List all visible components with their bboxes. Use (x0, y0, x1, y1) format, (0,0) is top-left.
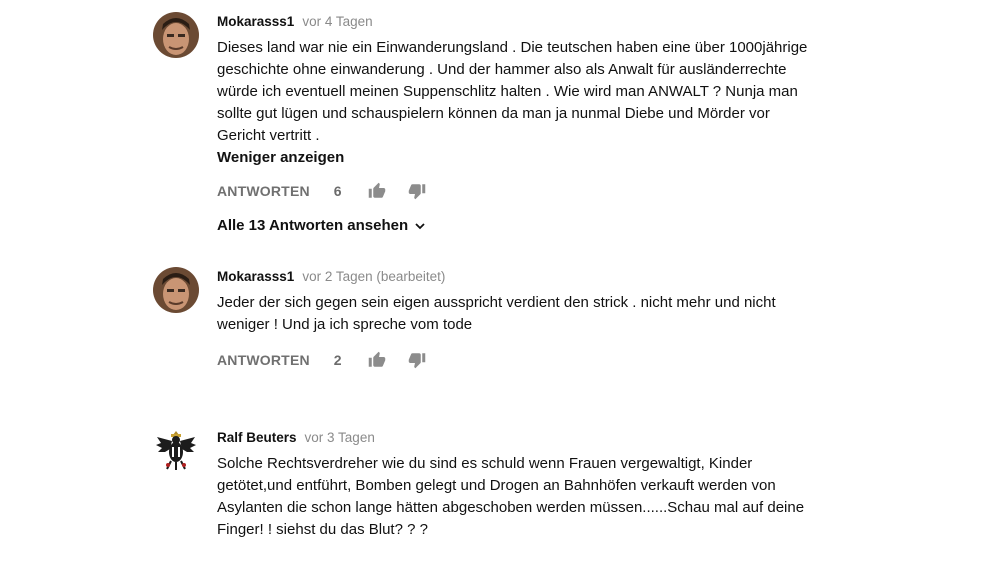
chevron-down-icon (414, 220, 426, 232)
comment-text-line: geschichte ohne einwanderung . Und der h… (217, 61, 787, 78)
comment-text-line: Gericht vertritt . (217, 127, 320, 144)
comment-text: Jeder der sich gegen sein eigen ausspric… (217, 292, 857, 336)
comment-author[interactable]: Ralf Beuters (217, 430, 297, 445)
view-replies-label: Alle 13 Antworten ansehen (217, 217, 409, 234)
reply-button[interactable]: ANTWORTEN (217, 183, 310, 199)
comment-text: Solche Rechtsverdreher wie du sind es sc… (217, 453, 857, 541)
comment-text-line: Finger! ! siehst du das Blut? ? ? (217, 521, 428, 538)
like-count: 6 (333, 183, 342, 199)
comment-author[interactable]: Mokarasss1 (217, 14, 294, 29)
comment-text-line: Jeder der sich gegen sein eigen ausspric… (217, 294, 776, 311)
like-count: 2 (333, 352, 342, 368)
comment-text-line: sollte gut lügen und schauspielern könne… (217, 105, 770, 122)
comment-text: Dieses land war nie ein Einwanderungslan… (217, 37, 857, 147)
comment-text-line: Asylanten die schon lange hätten abgesch… (217, 499, 805, 516)
thumbs-up-icon[interactable] (368, 182, 386, 200)
thumbs-down-icon[interactable] (408, 182, 426, 200)
avatar[interactable] (153, 427, 199, 473)
view-replies-button[interactable]: Alle 13 Antworten ansehen (217, 217, 857, 234)
comment-text-line: getötet,und entführt, Bomben gelegt und … (217, 477, 776, 494)
comment-text-line: Dieses land war nie ein Einwanderungslan… (217, 39, 808, 56)
comment-author[interactable]: Mokarasss1 (217, 269, 294, 284)
comment-timestamp[interactable]: vor 4 Tagen (302, 14, 372, 29)
show-less-link[interactable]: Weniger anzeigen (217, 147, 857, 169)
comment-text-line: weniger ! Und ja ich spreche vom tode (217, 316, 473, 333)
avatar[interactable] (153, 12, 199, 58)
comment-text-line: Solche Rechtsverdreher wie du sind es sc… (217, 455, 753, 472)
comment-text-line: würde ich eventuell meinen Suppenschlitz… (217, 83, 798, 100)
reply-button[interactable]: ANTWORTEN (217, 352, 310, 368)
comment-timestamp[interactable]: vor 2 Tagen (bearbeitet) (302, 269, 445, 284)
thumbs-up-icon[interactable] (368, 351, 386, 369)
avatar[interactable] (153, 267, 199, 313)
comment-timestamp[interactable]: vor 3 Tagen (305, 430, 375, 445)
thumbs-down-icon[interactable] (408, 351, 426, 369)
